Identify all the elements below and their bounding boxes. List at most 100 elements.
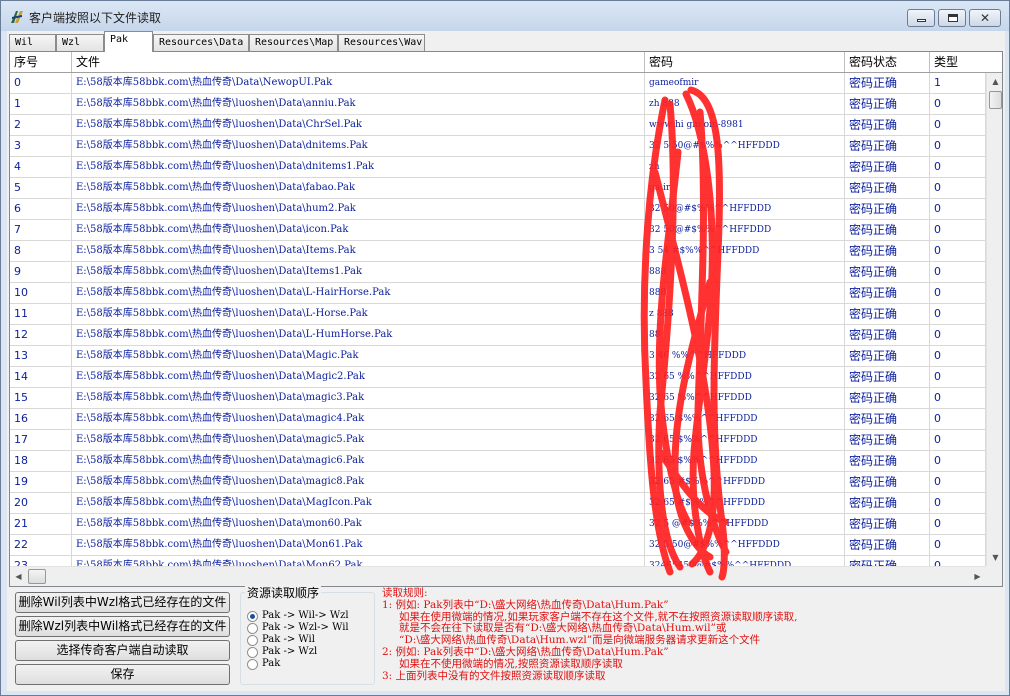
- table-row[interactable]: 22 E:\58版本库58bbk.com\热血传奇\luoshen\Data\Mo…: [10, 535, 986, 556]
- arrow-down-icon[interactable]: ▼: [987, 549, 1002, 566]
- row-password: 32 50@#$%%^^HFFDDD: [645, 220, 845, 240]
- table-row[interactable]: 3 E:\58版本库58bbk.com\热血传奇\luoshen\Data\dni…: [10, 136, 986, 157]
- tab-resources-wav[interactable]: Resources\Wav: [338, 34, 425, 51]
- window-title: 客户端按照以下文件读取: [29, 11, 162, 25]
- table-row[interactable]: 17 E:\58版本库58bbk.com\热血传奇\luoshen\Data\ma…: [10, 430, 986, 451]
- row-index: 9: [10, 262, 72, 282]
- row-file-path: E:\58版本库58bbk.com\热血传奇\luoshen\Data\Item…: [72, 262, 645, 282]
- row-password: 32 65 #$%%^^HFFDDD: [645, 472, 845, 492]
- row-index: 7: [10, 220, 72, 240]
- table-row[interactable]: 19 E:\58版本库58bbk.com\热血传奇\luoshen\Data\ma…: [10, 472, 986, 493]
- tab-resources-data[interactable]: Resources\Data: [153, 34, 249, 51]
- tab-resources-map[interactable]: Resources\Map: [249, 34, 338, 51]
- column-header-file[interactable]: 文件: [72, 52, 645, 72]
- table-row[interactable]: 8 E:\58版本库58bbk.com\热血传奇\luoshen\Data\Ite…: [10, 241, 986, 262]
- row-type: 0: [930, 514, 986, 534]
- row-type: 0: [930, 220, 986, 240]
- table-row[interactable]: 13 E:\58版本库58bbk.com\热血传奇\luoshen\Data\Ma…: [10, 346, 986, 367]
- tab-pak[interactable]: Pak: [104, 31, 153, 52]
- table-row[interactable]: 1 E:\58版本库58bbk.com\热血传奇\luoshen\Data\ann…: [10, 94, 986, 115]
- row-type: 0: [930, 409, 986, 429]
- table-row[interactable]: 12 E:\58版本库58bbk.com\热血传奇\luoshen\Data\L-…: [10, 325, 986, 346]
- table-row[interactable]: 5 E:\58版本库58bbk.com\热血传奇\luoshen\Data\fab…: [10, 178, 986, 199]
- row-type: 0: [930, 346, 986, 366]
- radio-label: Pak -> Wzl-> Wil: [262, 622, 349, 633]
- table-row[interactable]: 16 E:\58版本库58bbk.com\热血传奇\luoshen\Data\ma…: [10, 409, 986, 430]
- row-password-status: 密码正确: [845, 304, 930, 324]
- arrow-right-icon[interactable]: ▶: [969, 567, 986, 586]
- row-file-path: E:\58版本库58bbk.com\热血传奇\luoshen\Data\Magi…: [72, 367, 645, 387]
- table-row[interactable]: 0 E:\58版本库58bbk.com\热血传奇\Data\NewopUI.Pak…: [10, 73, 986, 94]
- row-index: 0: [10, 73, 72, 93]
- row-index: 2: [10, 115, 72, 135]
- arrow-left-icon[interactable]: ◀: [10, 567, 27, 586]
- table-row[interactable]: 15 E:\58版本库58bbk.com\热血传奇\luoshen\Data\ma…: [10, 388, 986, 409]
- row-file-path: E:\58版本库58bbk.com\热血传奇\luoshen\Data\L-Ho…: [72, 304, 645, 324]
- tab-wil[interactable]: Wil: [9, 34, 56, 51]
- table-row[interactable]: 9 E:\58版本库58bbk.com\热血传奇\luoshen\Data\Ite…: [10, 262, 986, 283]
- row-type: 0: [930, 430, 986, 450]
- horizontal-scrollbar[interactable]: ◀ ▶: [10, 566, 986, 586]
- close-button[interactable]: ✕: [969, 9, 1001, 27]
- row-index: 23: [10, 556, 72, 566]
- minimize-button[interactable]: [907, 9, 935, 27]
- column-header-password[interactable]: 密码: [645, 52, 845, 72]
- radio-button[interactable]: [247, 659, 258, 670]
- maximize-button[interactable]: [938, 9, 966, 27]
- column-header-password-status[interactable]: 密码状态: [845, 52, 930, 72]
- table-row[interactable]: 21 E:\58版本库58bbk.com\热血传奇\luoshen\Data\mo…: [10, 514, 986, 535]
- row-index: 10: [10, 283, 72, 303]
- table-row[interactable]: 14 E:\58版本库58bbk.com\热血传奇\luoshen\Data\Ma…: [10, 367, 986, 388]
- tab-wzl[interactable]: Wzl: [56, 34, 104, 51]
- radio-label: Pak -> Wzl: [262, 646, 318, 657]
- row-file-path: E:\58版本库58bbk.com\热血传奇\luoshen\Data\magi…: [72, 409, 645, 429]
- arrow-up-icon[interactable]: ▲: [987, 73, 1002, 90]
- scroll-thumb[interactable]: [989, 91, 1002, 109]
- column-header-type[interactable]: 类型: [930, 52, 986, 72]
- table-row[interactable]: 11 E:\58版本库58bbk.com\热血传奇\luoshen\Data\L-…: [10, 304, 986, 325]
- table-row[interactable]: 23 E:\58版本库58bbk.com\热血传奇\luoshen\Data\Mo…: [10, 556, 986, 566]
- row-file-path: E:\58版本库58bbk.com\热血传奇\Data\NewopUI.Pak: [72, 73, 645, 93]
- table-row[interactable]: 2 E:\58版本库58bbk.com\热血传奇\luoshen\Data\Chr…: [10, 115, 986, 136]
- column-header-index[interactable]: 序号: [10, 52, 72, 72]
- table-row[interactable]: 7 E:\58版本库58bbk.com\热血传奇\luoshen\Data\ico…: [10, 220, 986, 241]
- vertical-scrollbar[interactable]: ▲ ▼: [986, 73, 1002, 566]
- row-type: 0: [930, 556, 986, 566]
- radio-label: Pak -> Wil-> Wzl: [262, 610, 349, 621]
- row-password: www hi gm om-8981: [645, 115, 845, 135]
- row-file-path: E:\58版本库58bbk.com\热血传奇\luoshen\Data\magi…: [72, 388, 645, 408]
- row-password-status: 密码正确: [845, 325, 930, 345]
- rules-line: 如果在不使用微端的情况,按照资源读取顺序读取: [399, 657, 623, 670]
- select-client-button[interactable]: 选择传奇客户端自动读取: [15, 640, 230, 661]
- radio-button[interactable]: [247, 647, 258, 658]
- row-password-status: 密码正确: [845, 493, 930, 513]
- row-password-status: 密码正确: [845, 514, 930, 534]
- table-row[interactable]: 18 E:\58版本库58bbk.com\热血传奇\luoshen\Data\ma…: [10, 451, 986, 472]
- row-index: 6: [10, 199, 72, 219]
- app-logo-icon: [11, 11, 23, 23]
- row-password-status: 密码正确: [845, 157, 930, 177]
- row-type: 0: [930, 472, 986, 492]
- table-row[interactable]: 6 E:\58版本库58bbk.com\热血传奇\luoshen\Data\hum…: [10, 199, 986, 220]
- row-password: 888: [645, 283, 845, 303]
- title-bar[interactable]: 客户端按照以下文件读取 ✕: [1, 1, 1009, 31]
- row-password-status: 密码正确: [845, 220, 930, 240]
- radio-button[interactable]: [247, 611, 258, 622]
- scroll-thumb-horizontal[interactable]: [28, 569, 46, 584]
- row-type: 0: [930, 283, 986, 303]
- table-row[interactable]: 20 E:\58版本库58bbk.com\热血传奇\luoshen\Data\Ma…: [10, 493, 986, 514]
- row-type: 1: [930, 73, 986, 93]
- row-password-status: 密码正确: [845, 178, 930, 198]
- row-password: 3 46 %%^^HFFDDD: [645, 346, 845, 366]
- radio-button[interactable]: [247, 623, 258, 634]
- save-button[interactable]: 保存: [15, 664, 230, 685]
- delete-wil-duplicates-button[interactable]: 删除Wzl列表中Wil格式已经存在的文件: [15, 616, 230, 637]
- row-password: 32 65 %%^^HFFDDD: [645, 388, 845, 408]
- delete-wzl-duplicates-button[interactable]: 删除Wil列表中Wzl格式已经存在的文件: [15, 592, 230, 613]
- table-row[interactable]: 10 E:\58版本库58bbk.com\热血传奇\luoshen\Data\L-…: [10, 283, 986, 304]
- row-type: 0: [930, 304, 986, 324]
- radio-label: Pak: [262, 658, 281, 669]
- table-row[interactable]: 4 E:\58版本库58bbk.com\热血传奇\luoshen\Data\dni…: [10, 157, 986, 178]
- row-type: 0: [930, 94, 986, 114]
- radio-button[interactable]: [247, 635, 258, 646]
